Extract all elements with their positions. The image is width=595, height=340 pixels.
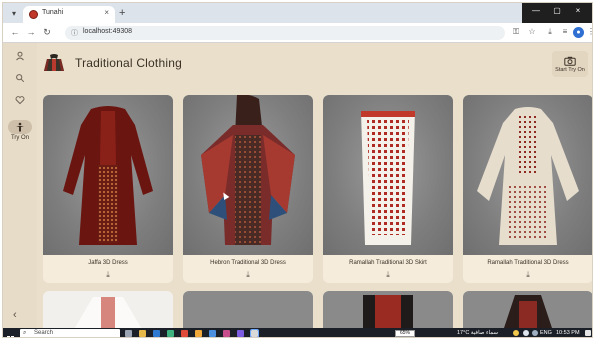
notifications-icon[interactable] xyxy=(585,330,591,336)
product-card-partial[interactable] xyxy=(43,291,173,328)
page-header: Traditional Clothing Start Try On xyxy=(37,43,592,83)
download-icon[interactable]: ⤓ xyxy=(102,270,114,280)
address-bar: ← → ↻ ⓘ localhost:49308 ⚿ ☆ ⤓ ≡ ● ⋮ xyxy=(3,23,592,43)
product-card[interactable]: Jaffa 3D Dress ⤓ xyxy=(43,95,173,283)
reload-icon[interactable]: ↻ xyxy=(41,27,53,38)
back-icon[interactable]: ← xyxy=(9,27,21,37)
rail-user-icon[interactable] xyxy=(10,51,30,65)
taskbar-app-icon[interactable] xyxy=(237,330,244,337)
favicon-icon xyxy=(29,10,38,19)
download-toolbar-icon[interactable]: ⤓ xyxy=(544,27,556,37)
product-title: Ramallah Traditional 3D Skirt xyxy=(349,260,427,266)
minimize-button[interactable]: — xyxy=(526,6,546,15)
app-root: Try On ‹ Traditional Clothing Start Try … xyxy=(3,43,592,328)
language-indicator[interactable]: ENG xyxy=(540,329,552,337)
maximize-button[interactable]: ▢ xyxy=(547,6,567,15)
download-icon[interactable]: ⤓ xyxy=(242,270,254,280)
weather-widget[interactable]: 17°C سماء صافية xyxy=(457,329,498,337)
rail-try-on-label: Try On xyxy=(10,135,30,141)
rail-collapse-chevron-icon[interactable]: ‹ xyxy=(13,309,17,321)
download-icon[interactable]: ⤓ xyxy=(522,270,534,280)
screen: ▾ Tunahi × + — ▢ × ← → ↻ ⓘ localhost:493… xyxy=(2,2,593,338)
product-title: Jaffa 3D Dress xyxy=(88,260,128,266)
product-title: Ramallah Traditional 3D Dress xyxy=(487,260,569,266)
menu-kebab-icon[interactable]: ⋮ xyxy=(585,27,592,36)
taskbar-app-icon-active[interactable] xyxy=(250,329,259,337)
url-field[interactable]: ⓘ localhost:49308 xyxy=(65,26,505,40)
product-image-jaffa-dress[interactable] xyxy=(43,95,173,255)
taskbar-app-icon[interactable] xyxy=(181,330,188,337)
battery-indicator[interactable]: 65% xyxy=(395,330,415,337)
key-icon[interactable]: ⚿ xyxy=(510,27,522,37)
rail-search-icon[interactable] xyxy=(10,73,30,87)
page-title: Traditional Clothing xyxy=(75,56,182,70)
forward-icon[interactable]: → xyxy=(25,27,37,37)
product-card-partial[interactable] xyxy=(463,291,592,328)
new-tab-button[interactable]: + xyxy=(119,6,125,20)
taskbar-search-placeholder: Search xyxy=(34,330,54,336)
taskbar-app-icon[interactable] xyxy=(209,330,216,337)
bookmark-star-icon[interactable]: ☆ xyxy=(526,27,538,36)
taskbar-app-icon[interactable] xyxy=(153,330,160,337)
product-card[interactable]: Ramallah Traditional 3D Dress ⤓ xyxy=(463,95,592,283)
product-title: Hebron Traditional 3D Dress xyxy=(210,260,286,266)
taskbar-app-icon[interactable] xyxy=(195,330,202,337)
rail-favorites-heart-icon[interactable] xyxy=(10,95,30,109)
url-text[interactable]: localhost:49308 xyxy=(83,28,132,35)
site-info-icon[interactable]: ⓘ xyxy=(71,28,78,38)
taskbar-app-icon[interactable] xyxy=(139,330,146,337)
download-icon[interactable]: ⤓ xyxy=(382,270,394,280)
tray-icon[interactable] xyxy=(523,330,529,336)
browser-tab[interactable]: Tunahi × xyxy=(23,6,115,23)
windows-start-icon[interactable] xyxy=(7,330,14,337)
clock[interactable]: 10:53 PM xyxy=(556,329,580,337)
navigation-rail: Try On ‹ xyxy=(3,43,37,328)
clothing-grid: Jaffa 3D Dress ⤓ Hebron Traditional 3D D… xyxy=(37,95,592,328)
product-card-partial[interactable] xyxy=(183,291,313,328)
taskbar-app-icon[interactable] xyxy=(167,330,174,337)
rail-try-on-button[interactable] xyxy=(8,120,32,134)
start-try-on-label: Start Try On xyxy=(555,67,585,73)
close-window-button[interactable]: × xyxy=(568,6,588,15)
product-card[interactable]: Hebron Traditional 3D Dress ⤓ xyxy=(183,95,313,283)
profile-avatar[interactable]: ● xyxy=(573,27,584,38)
product-image-hebron-dress[interactable] xyxy=(183,95,313,255)
search-icon: ⌕ xyxy=(23,330,27,336)
task-view-icon[interactable] xyxy=(125,330,132,337)
tab-close-icon[interactable]: × xyxy=(104,8,109,17)
windows-taskbar: ⌕ Search 65% 17°C سماء صافية ENG 10:53 P… xyxy=(3,328,592,337)
product-image-ramallah-dress[interactable] xyxy=(463,95,592,255)
product-card-partial[interactable] xyxy=(323,291,453,328)
window-controls: — ▢ × xyxy=(522,3,592,23)
product-card[interactable]: Ramallah Traditional 3D Skirt ⤓ xyxy=(323,95,453,283)
extensions-icon[interactable]: ≡ xyxy=(559,27,571,36)
tab-list-icon[interactable]: ▾ xyxy=(8,8,20,20)
product-image-ramallah-skirt[interactable] xyxy=(323,95,453,255)
tray-icon[interactable] xyxy=(513,330,519,336)
taskbar-search-box[interactable]: ⌕ Search xyxy=(20,329,120,337)
tab-title: Tunahi xyxy=(42,9,64,16)
browser-tab-bar: ▾ Tunahi × + — ▢ × xyxy=(3,3,592,23)
logo-icon xyxy=(43,53,65,73)
taskbar-app-icon[interactable] xyxy=(223,330,230,337)
tray-icon[interactable] xyxy=(532,330,538,336)
start-try-on-button[interactable]: Start Try On xyxy=(552,51,588,77)
camera-icon xyxy=(564,53,576,66)
